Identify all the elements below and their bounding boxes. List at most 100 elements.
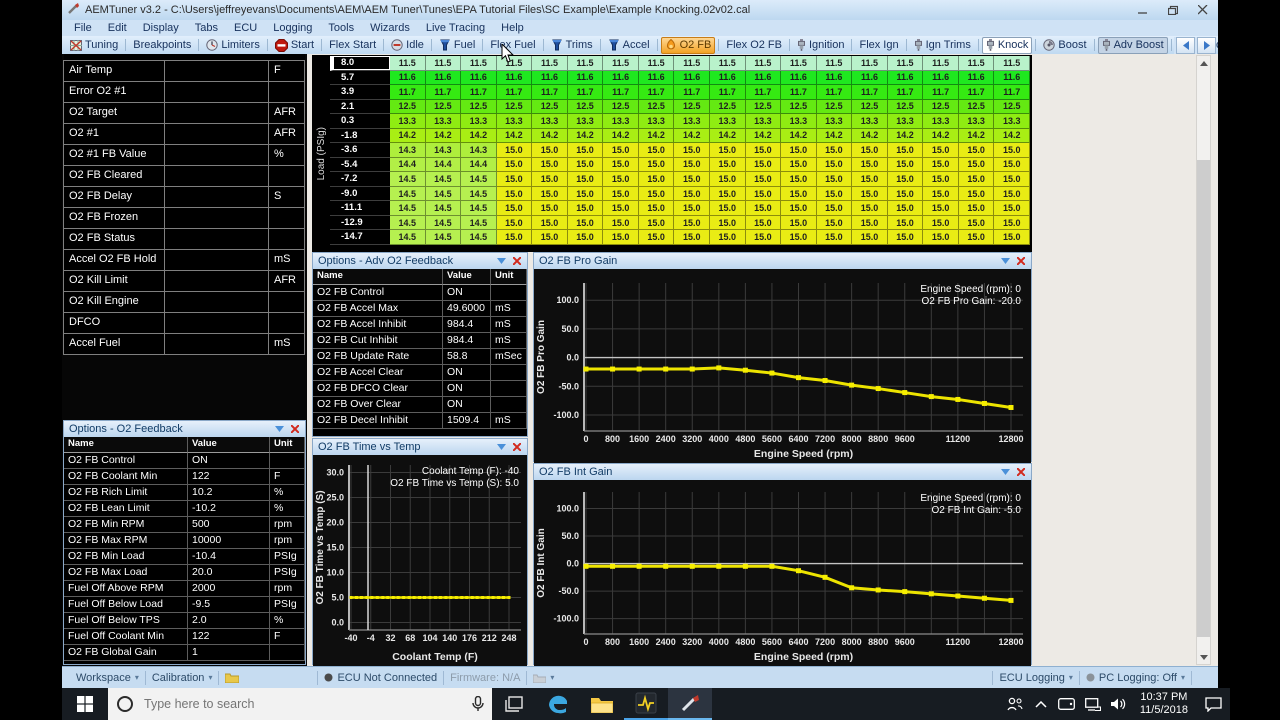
- map-cell[interactable]: 15.0: [532, 143, 568, 158]
- map-cell[interactable]: 15.0: [710, 201, 746, 216]
- map-cell[interactable]: 15.0: [817, 143, 853, 158]
- map-cell[interactable]: 15.0: [781, 187, 817, 202]
- map-cell[interactable]: 15.0: [888, 143, 924, 158]
- map-cell[interactable]: 14.3: [426, 143, 462, 158]
- tab-trims[interactable]: Trims: [547, 37, 597, 54]
- map-cell[interactable]: 11.7: [888, 85, 924, 100]
- tab-scroll-left-button[interactable]: [1176, 37, 1195, 54]
- map-cell[interactable]: 11.5: [852, 56, 888, 71]
- map-cell[interactable]: 14.2: [639, 129, 675, 144]
- tab-idle[interactable]: Idle: [387, 37, 428, 54]
- map-cell[interactable]: 15.0: [497, 230, 533, 245]
- map-cell[interactable]: 15.0: [959, 172, 995, 187]
- map-cell[interactable]: 11.5: [461, 56, 497, 71]
- file-explorer-icon[interactable]: [580, 688, 624, 720]
- option-value[interactable]: 20.0: [188, 565, 270, 581]
- map-cell[interactable]: 13.3: [746, 114, 782, 129]
- map-cell[interactable]: 13.3: [852, 114, 888, 129]
- map-cell[interactable]: 15.0: [532, 158, 568, 173]
- map-cell[interactable]: 15.0: [923, 201, 959, 216]
- live-row-name[interactable]: O2 FB Cleared: [63, 165, 165, 187]
- scrollbar-thumb[interactable]: [1197, 160, 1210, 637]
- map-cell[interactable]: 11.5: [746, 56, 782, 71]
- map-cell[interactable]: 15.0: [781, 143, 817, 158]
- start-button[interactable]: [62, 688, 108, 720]
- map-cell[interactable]: 15.0: [710, 230, 746, 245]
- option-value[interactable]: 500: [188, 517, 270, 533]
- option-value[interactable]: 1509.4: [443, 413, 491, 429]
- map-cell[interactable]: 11.5: [639, 56, 675, 71]
- map-row-header[interactable]: -7.2: [330, 172, 390, 187]
- live-row-name[interactable]: Air Temp: [63, 60, 165, 82]
- map-cell[interactable]: 11.7: [497, 85, 533, 100]
- map-cell[interactable]: 11.6: [923, 71, 959, 86]
- live-row-name[interactable]: Accel O2 FB Hold: [63, 249, 165, 271]
- map-cell[interactable]: 15.0: [781, 172, 817, 187]
- map-cell[interactable]: 13.3: [461, 114, 497, 129]
- search-input[interactable]: [142, 696, 464, 712]
- map-cell[interactable]: 11.6: [461, 71, 497, 86]
- map-cell[interactable]: 15.0: [674, 230, 710, 245]
- map-cell[interactable]: 15.0: [852, 158, 888, 173]
- map-cell[interactable]: 15.0: [710, 158, 746, 173]
- map-row-header[interactable]: 0.3: [330, 114, 390, 129]
- map-cell[interactable]: 15.0: [923, 143, 959, 158]
- map-cell[interactable]: 15.0: [959, 216, 995, 231]
- map-cell[interactable]: 12.5: [639, 100, 675, 115]
- panel-header[interactable]: Options - O2 Feedback: [64, 421, 305, 437]
- map-cell[interactable]: 15.0: [639, 201, 675, 216]
- map-cell[interactable]: 15.0: [568, 187, 604, 202]
- map-cell[interactable]: 11.6: [852, 71, 888, 86]
- column-header-unit[interactable]: Unit: [270, 437, 305, 453]
- map-cell[interactable]: 15.0: [994, 143, 1030, 158]
- menu-live-tracing[interactable]: Live Tracing: [418, 22, 493, 34]
- tab-breakpoints[interactable]: Breakpoints: [129, 37, 195, 54]
- scroll-up-button[interactable]: [1197, 56, 1210, 70]
- column-header-name[interactable]: Name: [313, 269, 443, 285]
- map-cell[interactable]: 15.0: [532, 187, 568, 202]
- map-cell[interactable]: 13.3: [781, 114, 817, 129]
- map-cell[interactable]: 15.0: [568, 201, 604, 216]
- option-value[interactable]: ON: [443, 397, 491, 413]
- map-cell[interactable]: 15.0: [994, 216, 1030, 231]
- option-value[interactable]: ON: [443, 381, 491, 397]
- map-cell[interactable]: 15.0: [746, 201, 782, 216]
- map-cell[interactable]: 13.3: [710, 114, 746, 129]
- map-cell[interactable]: 13.3: [390, 114, 426, 129]
- map-cell[interactable]: 11.6: [603, 71, 639, 86]
- map-cell[interactable]: 11.6: [746, 71, 782, 86]
- close-icon[interactable]: [509, 257, 524, 265]
- tab-knock[interactable]: Knock: [982, 37, 1033, 54]
- map-cell[interactable]: 15.0: [852, 201, 888, 216]
- map-cell[interactable]: 13.3: [603, 114, 639, 129]
- speaker-icon[interactable]: [1106, 688, 1132, 720]
- map-cell[interactable]: 15.0: [568, 216, 604, 231]
- map-cell[interactable]: 15.0: [532, 216, 568, 231]
- map-cell[interactable]: 13.3: [959, 114, 995, 129]
- live-row-name[interactable]: O2 Kill Limit: [63, 270, 165, 292]
- map-cell[interactable]: 12.5: [568, 100, 604, 115]
- map-row-header[interactable]: -1.8: [330, 129, 390, 144]
- option-value[interactable]: 984.4: [443, 333, 491, 349]
- panel-header[interactable]: O2 FB Time vs Temp: [313, 439, 527, 455]
- close-icon[interactable]: [509, 443, 524, 451]
- aem-logger-icon[interactable]: [624, 688, 668, 720]
- map-cell[interactable]: 15.0: [497, 216, 533, 231]
- map-cell[interactable]: 11.6: [426, 71, 462, 86]
- map-cell[interactable]: 14.2: [817, 129, 853, 144]
- map-cell[interactable]: 15.0: [888, 172, 924, 187]
- option-value[interactable]: 1: [188, 645, 270, 661]
- map-cell[interactable]: 14.5: [390, 216, 426, 231]
- map-cell[interactable]: 14.2: [959, 129, 995, 144]
- map-cell[interactable]: 13.3: [923, 114, 959, 129]
- map-cell[interactable]: 14.4: [461, 158, 497, 173]
- map-cell[interactable]: 11.7: [568, 85, 604, 100]
- map-cell[interactable]: 11.7: [852, 85, 888, 100]
- map-cell[interactable]: 15.0: [603, 216, 639, 231]
- map-cell[interactable]: 15.0: [497, 201, 533, 216]
- map-cell[interactable]: 11.6: [959, 71, 995, 86]
- map-cell[interactable]: 15.0: [781, 216, 817, 231]
- map-cell[interactable]: 15.0: [568, 158, 604, 173]
- map-cell[interactable]: 11.7: [390, 85, 426, 100]
- map-cell[interactable]: 15.0: [888, 187, 924, 202]
